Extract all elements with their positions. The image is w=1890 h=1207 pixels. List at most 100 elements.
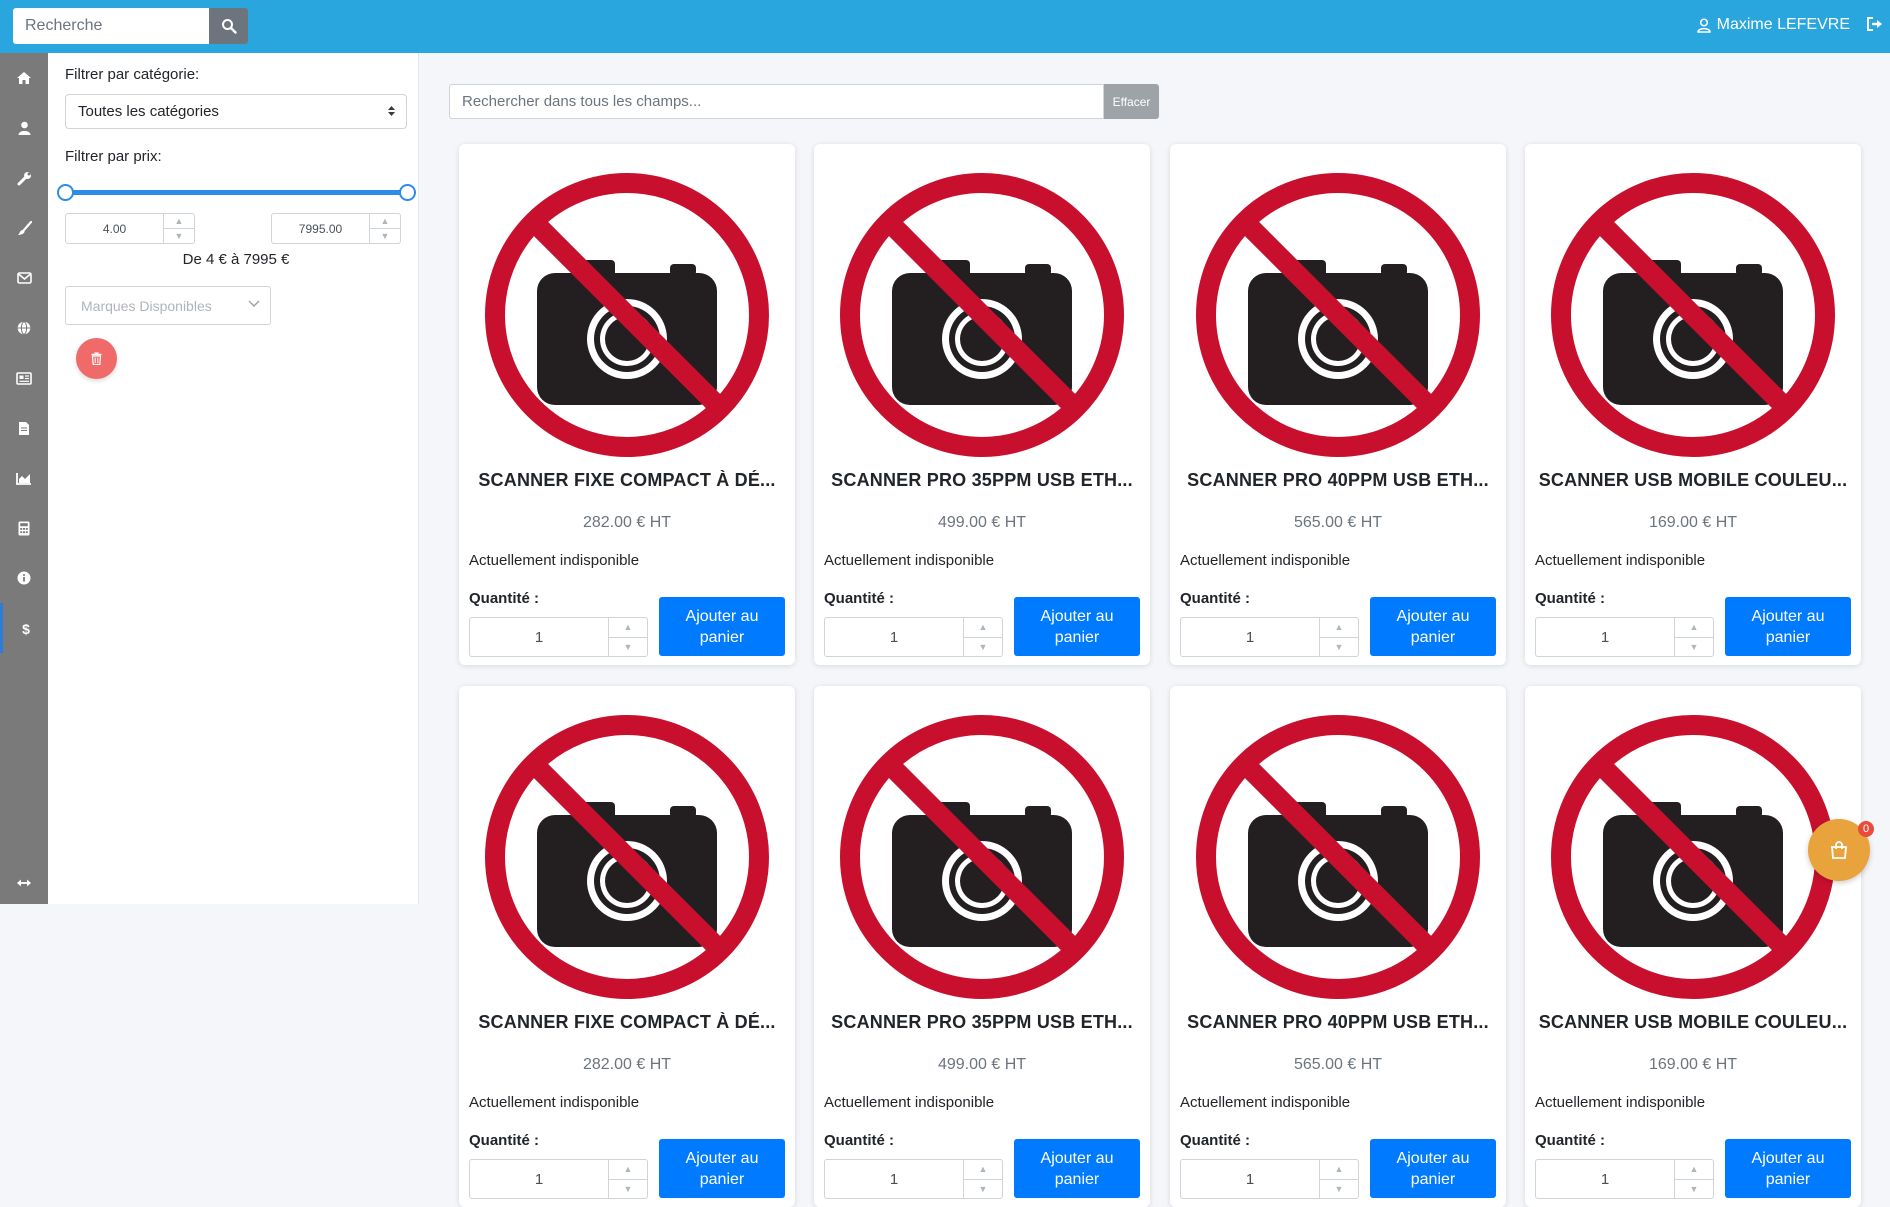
product-card[interactable]: SCANNER FIXE COMPACT À DÉ... 282.00 € HT A… [459,686,795,1207]
quantity-value[interactable]: 1 [1536,1160,1674,1198]
quantity-value[interactable]: 1 [1181,618,1319,656]
add-to-cart-button[interactable]: Ajouter au panier [1725,597,1851,656]
decrement-icon[interactable]: ▼ [1675,1180,1713,1199]
price-max-input[interactable]: 7995.00 ▲ ▼ [271,213,401,244]
product-card[interactable]: SCANNER PRO 40PPM USB ETH... 565.00 € HT A… [1170,686,1506,1207]
decrement-icon[interactable]: ▼ [1675,638,1713,657]
nav-mail[interactable] [0,253,48,303]
nav-stats[interactable] [0,453,48,503]
decrement-icon[interactable]: ▼ [1320,638,1358,657]
quantity-value[interactable]: 1 [825,618,963,656]
quantity-spin-buttons[interactable]: ▲ ▼ [963,1160,1002,1198]
nav-documents[interactable] [0,403,48,453]
nav-home[interactable] [0,53,48,103]
decrement-icon[interactable]: ▼ [609,638,647,657]
add-to-cart-button[interactable]: Ajouter au panier [659,597,785,656]
product-title[interactable]: SCANNER PRO 35PPM USB ETH... [822,470,1142,491]
quantity-spin-buttons[interactable]: ▲ ▼ [608,1160,647,1198]
quantity-stepper[interactable]: 1 ▲ ▼ [824,617,1003,657]
quantity-spin-buttons[interactable]: ▲ ▼ [608,618,647,656]
quantity-spin-buttons[interactable]: ▲ ▼ [1319,1160,1358,1198]
nav-web[interactable] [0,303,48,353]
global-search-input[interactable]: Recherche [13,8,209,44]
increment-icon[interactable]: ▲ [609,1160,647,1180]
quantity-stepper[interactable]: 1 ▲ ▼ [1535,1159,1714,1199]
increment-icon[interactable]: ▲ [609,618,647,638]
product-card[interactable]: SCANNER FIXE COMPACT À DÉ... 282.00 € HT A… [459,144,795,665]
nav-user[interactable] [0,103,48,153]
product-title[interactable]: SCANNER USB MOBILE COULEU... [1533,1012,1853,1033]
increment-icon[interactable]: ▲ [1675,1160,1713,1180]
increment-icon[interactable]: ▲ [1320,618,1358,638]
quantity-value[interactable]: 1 [1181,1160,1319,1198]
add-to-cart-button[interactable]: Ajouter au panier [659,1139,785,1198]
quantity-stepper[interactable]: 1 ▲ ▼ [469,1159,648,1199]
decrement-icon[interactable]: ▼ [964,638,1002,657]
quantity-spin-buttons[interactable]: ▲ ▼ [1674,1160,1713,1198]
price-min-stepper[interactable]: ▲ ▼ [163,214,194,243]
quantity-stepper[interactable]: 1 ▲ ▼ [469,617,648,657]
product-price: 169.00 € HT [1648,1056,1738,1073]
nav-brush[interactable] [0,203,48,253]
product-card[interactable]: SCANNER PRO 35PPM USB ETH... 499.00 € HT A… [814,686,1150,1207]
brand-select[interactable]: Marques Disponibles [65,286,271,325]
quantity-value[interactable]: 1 [470,618,608,656]
increment-icon[interactable]: ▲ [1675,618,1713,638]
quantity-spin-buttons[interactable]: ▲ ▼ [963,618,1002,656]
increment-icon[interactable]: ▲ [370,214,400,229]
product-title[interactable]: SCANNER PRO 40PPM USB ETH... [1178,1012,1498,1033]
reset-filters-button[interactable] [76,338,117,379]
nav-info[interactable] [0,553,48,603]
increment-icon[interactable]: ▲ [1320,1160,1358,1180]
decrement-icon[interactable]: ▼ [964,1180,1002,1199]
quantity-stepper[interactable]: 1 ▲ ▼ [1535,617,1714,657]
quantity-value[interactable]: 1 [470,1160,608,1198]
decrement-icon[interactable]: ▼ [370,229,400,243]
quantity-stepper[interactable]: 1 ▲ ▼ [1180,617,1359,657]
price-slider-max-handle[interactable] [399,184,416,201]
increment-icon[interactable]: ▲ [964,1160,1002,1180]
product-card[interactable]: SCANNER PRO 35PPM USB ETH... 499.00 € HT A… [814,144,1150,665]
category-select[interactable]: Toutes les catégories [65,94,407,129]
product-card[interactable]: SCANNER USB MOBILE COULEU... 169.00 € HT A… [1525,686,1861,1207]
decrement-icon[interactable]: ▼ [164,229,194,243]
quantity-stepper[interactable]: 1 ▲ ▼ [1180,1159,1359,1199]
nav-tools[interactable] [0,153,48,203]
increment-icon[interactable]: ▲ [164,214,194,229]
product-title[interactable]: SCANNER FIXE COMPACT À DÉ... [467,470,787,491]
collapse-sidebar-button[interactable] [0,868,48,898]
global-search-button[interactable] [209,8,248,44]
quantity-stepper[interactable]: 1 ▲ ▼ [824,1159,1003,1199]
quantity-spin-buttons[interactable]: ▲ ▼ [1674,618,1713,656]
quantity-value[interactable]: 1 [1536,618,1674,656]
product-title[interactable]: SCANNER PRO 40PPM USB ETH... [1178,470,1498,491]
add-to-cart-button[interactable]: Ajouter au panier [1725,1139,1851,1198]
product-title[interactable]: SCANNER FIXE COMPACT À DÉ... [467,1012,787,1033]
add-to-cart-button[interactable]: Ajouter au panier [1014,597,1140,656]
decrement-icon[interactable]: ▼ [1320,1180,1358,1199]
increment-icon[interactable]: ▲ [964,618,1002,638]
product-card[interactable]: SCANNER PRO 40PPM USB ETH... 565.00 € HT A… [1170,144,1506,665]
nav-news[interactable] [0,353,48,403]
nav-pricing[interactable]: $ [0,603,48,653]
price-slider-track[interactable] [65,190,407,195]
add-to-cart-button[interactable]: Ajouter au panier [1014,1139,1140,1198]
clear-search-button[interactable]: Effacer [1104,84,1159,119]
quantity-spin-buttons[interactable]: ▲ ▼ [1319,618,1358,656]
price-max-stepper[interactable]: ▲ ▼ [369,214,400,243]
price-filter-label: Filtrer par prix: [65,148,162,165]
nav-calculator[interactable] [0,503,48,553]
price-slider-min-handle[interactable] [57,184,74,201]
decrement-icon[interactable]: ▼ [609,1180,647,1199]
product-card[interactable]: SCANNER USB MOBILE COULEU... 169.00 € HT A… [1525,144,1861,665]
quantity-value[interactable]: 1 [825,1160,963,1198]
chart-icon [16,472,31,485]
logout-button[interactable] [1866,16,1884,37]
user-menu[interactable]: Maxime LEFEVRE [1696,16,1850,34]
price-min-input[interactable]: 4.00 ▲ ▼ [65,213,195,244]
product-search-input[interactable]: Rechercher dans tous les champs... [449,84,1104,119]
add-to-cart-button[interactable]: Ajouter au panier [1370,597,1496,656]
product-title[interactable]: SCANNER PRO 35PPM USB ETH... [822,1012,1142,1033]
add-to-cart-button[interactable]: Ajouter au panier [1370,1139,1496,1198]
product-title[interactable]: SCANNER USB MOBILE COULEU... [1533,470,1853,491]
